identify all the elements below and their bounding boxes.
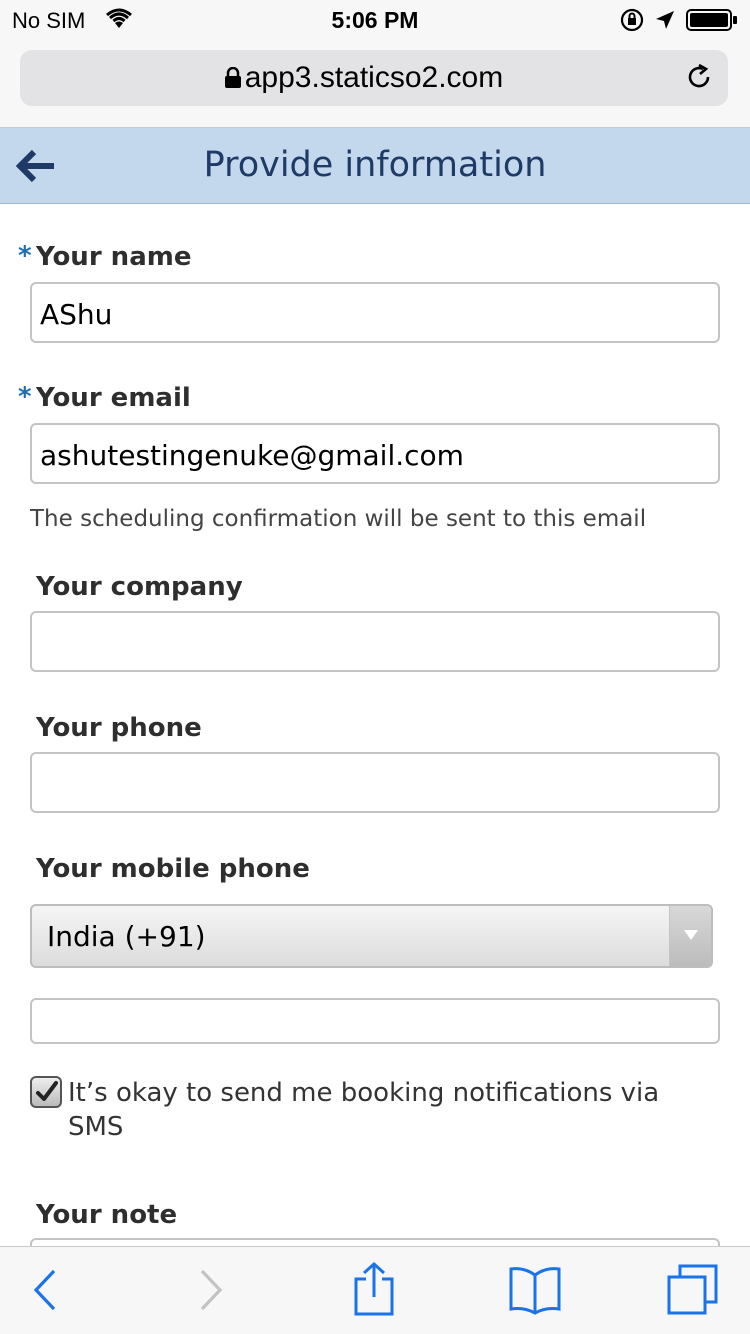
email-label-text: Your email <box>36 383 191 413</box>
page-header: Provide information <box>0 128 750 204</box>
share-icon[interactable] <box>352 1261 396 1321</box>
chevron-right-icon[interactable] <box>196 1265 226 1319</box>
location-icon <box>654 9 676 35</box>
required-asterisk: * <box>18 382 32 412</box>
orientation-lock-icon <box>620 8 644 36</box>
required-asterisk: * <box>18 241 32 271</box>
reload-icon[interactable] <box>684 62 714 96</box>
country-code-value: India (+91) <box>47 920 206 953</box>
name-label: * Your name <box>18 241 192 272</box>
country-code-select[interactable]: India (+91) <box>30 904 713 968</box>
battery-icon <box>686 8 738 36</box>
company-input[interactable] <box>30 611 720 672</box>
browser-address-area: app3.staticso2.com <box>0 40 750 128</box>
name-input[interactable]: AShu <box>30 282 720 343</box>
name-label-text: Your name <box>36 242 192 272</box>
url-text: app3.staticso2.com <box>244 61 504 94</box>
note-label: Your note <box>36 1200 178 1230</box>
phone-input[interactable] <box>30 752 720 813</box>
page-title: Provide information <box>203 145 547 185</box>
email-label: * Your email <box>18 382 191 413</box>
address-bar[interactable]: app3.staticso2.com <box>20 50 728 106</box>
checkmark-icon <box>34 1079 60 1109</box>
sms-consent-checkbox[interactable] <box>30 1076 62 1108</box>
browser-toolbar <box>0 1246 750 1334</box>
email-input[interactable]: ashutestingenuke@gmail.com <box>30 423 720 484</box>
mobile-input[interactable] <box>30 998 720 1044</box>
sms-consent-label[interactable]: It’s okay to send me booking notificatio… <box>68 1076 688 1144</box>
mobile-label: Your mobile phone <box>36 854 310 884</box>
chevron-down-icon <box>669 906 711 966</box>
chevron-left-icon[interactable] <box>30 1265 60 1319</box>
email-hint: The scheduling confirmation will be sent… <box>30 506 647 532</box>
company-label: Your company <box>36 572 243 602</box>
bookmarks-icon[interactable] <box>508 1265 562 1319</box>
status-bar: No SIM 5:06 PM <box>0 0 750 40</box>
tabs-icon[interactable] <box>666 1263 720 1321</box>
phone-label: Your phone <box>36 713 202 743</box>
